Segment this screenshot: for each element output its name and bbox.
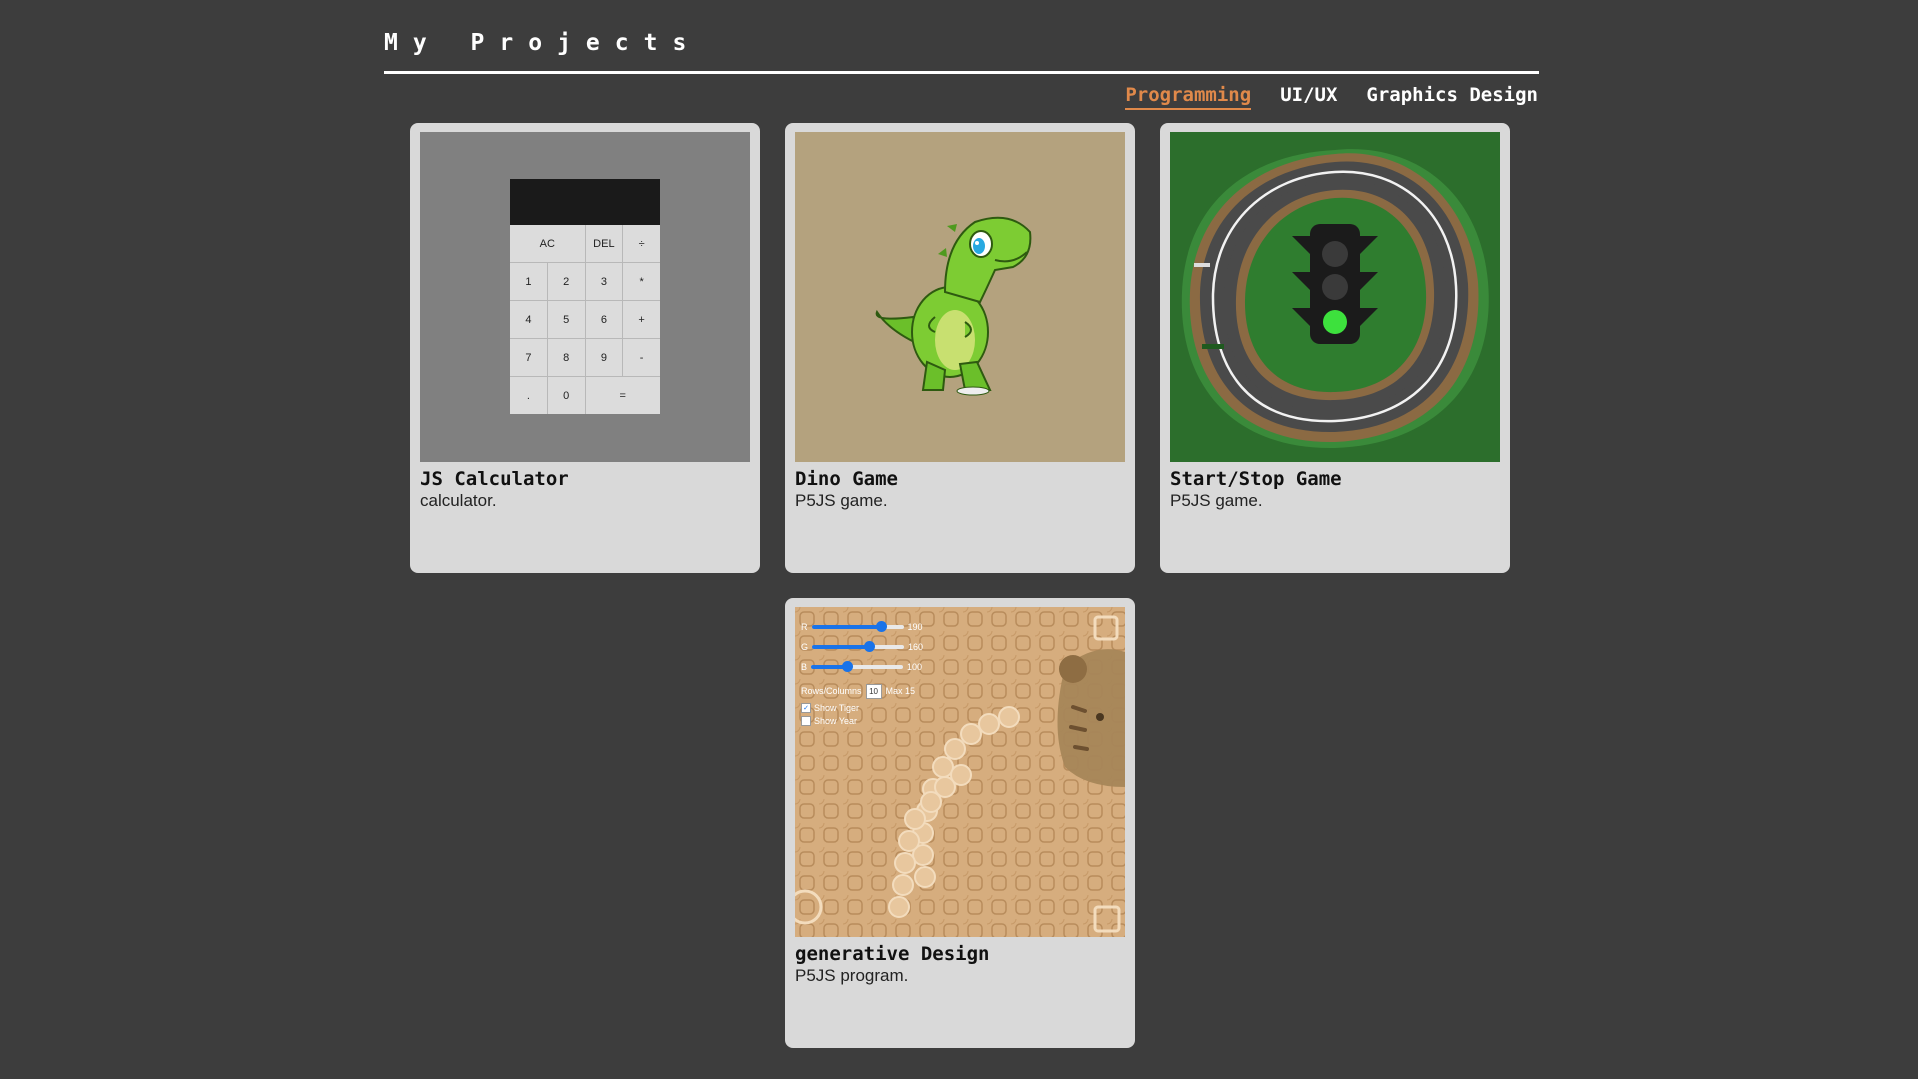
generative-thumbnail: R 190 G 160 B 100 Rows/Columns 10 Max 15…: [795, 607, 1125, 937]
slider-track: [812, 641, 905, 652]
project-card-js-calculator[interactable]: AC DEL ÷ 1 2 3 * 4 5 6 + 7 8 9 - . 0 = J…: [410, 123, 760, 573]
header-divider: [384, 71, 1539, 74]
slider-value: 100: [907, 662, 923, 672]
rows-columns-row: Rows/Columns 10 Max 15: [801, 681, 923, 701]
project-title[interactable]: Start/Stop Game: [1170, 468, 1342, 490]
calc-key: 1: [510, 263, 547, 300]
generative-controls: R 190 G 160 B 100 Rows/Columns 10 Max 15…: [801, 617, 923, 727]
calc-key: 9: [585, 339, 623, 376]
calc-key: 4: [510, 301, 547, 338]
project-card-generative-design[interactable]: R 190 G 160 B 100 Rows/Columns 10 Max 15…: [785, 598, 1135, 1048]
calc-key: 3: [585, 263, 623, 300]
project-title[interactable]: Dino Game: [795, 468, 898, 490]
calculator-preview: AC DEL ÷ 1 2 3 * 4 5 6 + 7 8 9 - . 0 =: [510, 179, 660, 414]
tab-graphics-design[interactable]: Graphics Design: [1366, 84, 1538, 110]
calc-key: -: [623, 339, 660, 376]
slider-label: B: [801, 662, 808, 672]
checkbox-unchecked-icon: [801, 715, 811, 726]
calc-key: 7: [510, 339, 547, 376]
project-description: P5JS game.: [795, 491, 888, 510]
checkbox-checked-icon: ✓: [801, 702, 811, 713]
slider-knob: [864, 641, 876, 652]
project-title[interactable]: JS Calculator: [420, 468, 569, 490]
checkbox-label: Show Tiger: [814, 702, 860, 713]
calculator-display: [510, 179, 660, 225]
calc-key: =: [585, 377, 660, 414]
calc-key: DEL: [585, 225, 623, 262]
slider-value: 190: [907, 622, 923, 632]
slider-label: R: [801, 622, 808, 632]
calc-key: 5: [547, 301, 585, 338]
slider-fill: [812, 645, 870, 649]
calc-key: 8: [547, 339, 585, 376]
calculator-thumbnail: AC DEL ÷ 1 2 3 * 4 5 6 + 7 8 9 - . 0 =: [420, 132, 750, 462]
rows-columns-label: Rows/Columns: [801, 686, 862, 696]
tab-programming[interactable]: Programming: [1125, 84, 1252, 110]
rows-columns-input: 10: [865, 683, 882, 699]
calc-key: ÷: [623, 225, 660, 262]
page-title: My Projects: [384, 30, 702, 56]
calc-key: 0: [547, 377, 585, 414]
calc-key: *: [623, 263, 660, 300]
tab-ui-ux[interactable]: UI/UX: [1280, 84, 1337, 110]
max-label: Max 15: [885, 686, 916, 696]
project-card-start-stop-game[interactable]: Start/Stop Game P5JS game.: [1160, 123, 1510, 573]
race-track-icon: [1170, 132, 1500, 462]
slider-knob: [841, 661, 853, 672]
calc-key: 6: [585, 301, 623, 338]
slider-g: G 160: [801, 637, 923, 657]
slider-fill: [811, 625, 881, 629]
show-tiger-checkbox: ✓ Show Tiger: [801, 701, 923, 714]
calc-key: 2: [547, 263, 585, 300]
dino-icon: [875, 216, 1032, 396]
calc-key: +: [623, 301, 660, 338]
project-description: P5JS game.: [1170, 491, 1263, 510]
project-description: P5JS program.: [795, 966, 909, 985]
slider-label: G: [801, 642, 809, 652]
race-track-thumbnail: [1170, 132, 1500, 462]
show-year-checkbox: Show Year: [801, 714, 923, 727]
project-description: calculator.: [420, 491, 497, 510]
calc-key: AC: [510, 225, 585, 262]
slider-b: B 100: [801, 657, 923, 677]
slider-track: [811, 621, 904, 632]
project-title[interactable]: generative Design: [795, 943, 989, 965]
project-card-dino-game[interactable]: Dino Game P5JS game.: [785, 123, 1135, 573]
slider-r: R 190: [801, 617, 923, 637]
slider-knob: [875, 621, 887, 632]
slider-track: [811, 661, 904, 672]
category-tabs: Programming UI/UX Graphics Design: [1125, 84, 1538, 110]
calc-key: .: [510, 377, 547, 414]
dino-thumbnail: [795, 132, 1125, 462]
checkbox-label: Show Year: [814, 715, 858, 726]
slider-value: 160: [908, 642, 924, 652]
